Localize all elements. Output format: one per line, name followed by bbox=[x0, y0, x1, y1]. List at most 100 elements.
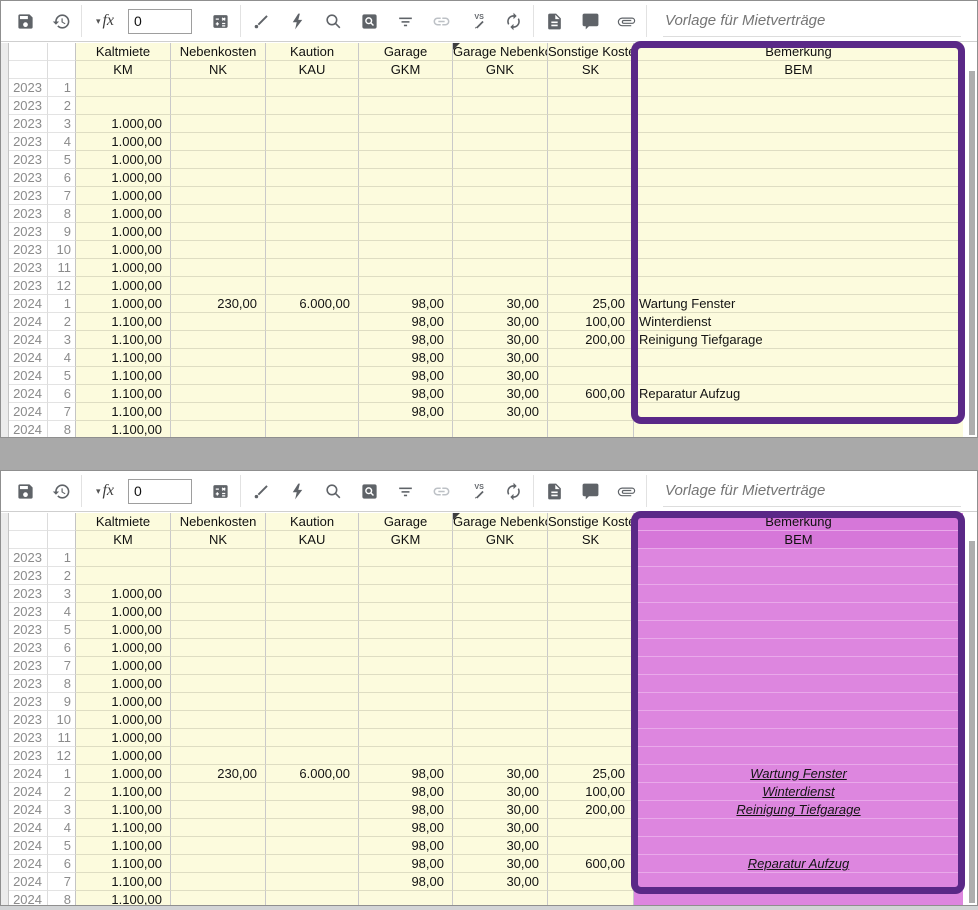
cell-sk[interactable] bbox=[548, 133, 634, 151]
cell-nk[interactable] bbox=[171, 259, 266, 277]
cell-sk[interactable] bbox=[548, 79, 634, 97]
cell-gkm[interactable] bbox=[359, 187, 453, 205]
filter-button[interactable] bbox=[387, 474, 423, 508]
cell-gkm[interactable] bbox=[359, 747, 453, 765]
column-header-gkm[interactable]: Garage bbox=[359, 43, 453, 61]
cell-gkm[interactable]: 98,00 bbox=[359, 349, 453, 367]
cell-nk[interactable] bbox=[171, 603, 266, 621]
scrollbar-thumb[interactable] bbox=[969, 541, 975, 903]
row-month[interactable]: 3 bbox=[48, 585, 76, 603]
cell-nk[interactable] bbox=[171, 169, 266, 187]
row-year[interactable]: 2023 bbox=[9, 639, 48, 657]
cell-sk[interactable] bbox=[548, 549, 634, 567]
cell-gnk[interactable] bbox=[453, 729, 548, 747]
row-month[interactable]: 9 bbox=[48, 223, 76, 241]
cell-bem[interactable] bbox=[634, 693, 964, 711]
cell-gkm[interactable] bbox=[359, 729, 453, 747]
fx-dropdown[interactable]: ▾ fx bbox=[84, 12, 126, 30]
row-year[interactable]: 2024 bbox=[9, 801, 48, 819]
cell-bem[interactable] bbox=[634, 621, 964, 639]
column-code-sk[interactable]: SK bbox=[548, 531, 634, 549]
refresh-button[interactable] bbox=[495, 474, 531, 508]
cell-gnk[interactable]: 30,00 bbox=[453, 819, 548, 837]
row-month[interactable]: 10 bbox=[48, 711, 76, 729]
formula-input[interactable] bbox=[128, 479, 192, 504]
cell-sk[interactable] bbox=[548, 747, 634, 765]
cell-km[interactable]: 1.000,00 bbox=[76, 729, 171, 747]
column-code-kau[interactable]: KAU bbox=[266, 61, 359, 79]
cell-nk[interactable] bbox=[171, 693, 266, 711]
cell-kau[interactable] bbox=[266, 747, 359, 765]
cell-gkm[interactable]: 98,00 bbox=[359, 313, 453, 331]
cell-nk[interactable] bbox=[171, 675, 266, 693]
cell-bem[interactable] bbox=[634, 187, 964, 205]
row-month[interactable]: 5 bbox=[48, 151, 76, 169]
row-year[interactable]: 2023 bbox=[9, 241, 48, 259]
cell-km[interactable]: 1.100,00 bbox=[76, 801, 171, 819]
row-year[interactable]: 2024 bbox=[9, 421, 48, 437]
column-header-gnk[interactable]: Garage Nebenkosten bbox=[453, 43, 548, 61]
cell-gnk[interactable]: 30,00 bbox=[453, 801, 548, 819]
column-header-sk[interactable]: Sonstige Kosten bbox=[548, 43, 634, 61]
cell-bem[interactable] bbox=[634, 603, 964, 621]
cell-gnk[interactable] bbox=[453, 891, 548, 905]
cell-bem[interactable]: Wartung Fenster bbox=[634, 765, 964, 783]
cell-km[interactable]: 1.100,00 bbox=[76, 349, 171, 367]
cell-kau[interactable] bbox=[266, 873, 359, 891]
format-brush-button[interactable] bbox=[243, 474, 279, 508]
cell-sk[interactable] bbox=[548, 169, 634, 187]
cell-gnk[interactable] bbox=[453, 549, 548, 567]
cell-kau[interactable] bbox=[266, 187, 359, 205]
attachment-button[interactable] bbox=[608, 474, 644, 508]
search-button[interactable] bbox=[315, 4, 351, 38]
cell-sk[interactable] bbox=[548, 819, 634, 837]
cell-km[interactable]: 1.000,00 bbox=[76, 133, 171, 151]
cell-nk[interactable] bbox=[171, 783, 266, 801]
row-month[interactable]: 8 bbox=[48, 675, 76, 693]
link-button[interactable] bbox=[423, 4, 459, 38]
cell-gnk[interactable] bbox=[453, 115, 548, 133]
row-year[interactable]: 2023 bbox=[9, 187, 48, 205]
calculator-button[interactable] bbox=[202, 4, 238, 38]
column-header-bem[interactable]: Bemerkung bbox=[634, 43, 964, 61]
cell-km[interactable]: 1.000,00 bbox=[76, 295, 171, 313]
cell-nk[interactable] bbox=[171, 711, 266, 729]
cell-kau[interactable] bbox=[266, 729, 359, 747]
cell-sk[interactable] bbox=[548, 421, 634, 437]
column-header-gkm[interactable]: Garage bbox=[359, 513, 453, 531]
row-month[interactable]: 8 bbox=[48, 205, 76, 223]
cell-gnk[interactable] bbox=[453, 603, 548, 621]
row-year[interactable]: 2024 bbox=[9, 349, 48, 367]
vertical-scrollbar[interactable] bbox=[963, 43, 977, 437]
row-month[interactable]: 6 bbox=[48, 855, 76, 873]
cell-gkm[interactable] bbox=[359, 621, 453, 639]
cell-km[interactable] bbox=[76, 549, 171, 567]
cell-gkm[interactable] bbox=[359, 567, 453, 585]
row-year[interactable]: 2024 bbox=[9, 855, 48, 873]
row-year[interactable]: 2023 bbox=[9, 711, 48, 729]
cell-gkm[interactable] bbox=[359, 549, 453, 567]
column-code-km[interactable]: KM bbox=[76, 61, 171, 79]
cell-bem[interactable] bbox=[634, 837, 964, 855]
cell-kau[interactable] bbox=[266, 639, 359, 657]
row-month[interactable]: 5 bbox=[48, 367, 76, 385]
cell-bem[interactable] bbox=[634, 657, 964, 675]
cell-kau[interactable] bbox=[266, 855, 359, 873]
cell-gnk[interactable]: 30,00 bbox=[453, 385, 548, 403]
row-month[interactable]: 7 bbox=[48, 187, 76, 205]
cell-gkm[interactable] bbox=[359, 711, 453, 729]
cell-sk[interactable]: 200,00 bbox=[548, 331, 634, 349]
cell-kau[interactable] bbox=[266, 819, 359, 837]
cell-kau[interactable] bbox=[266, 367, 359, 385]
cell-km[interactable]: 1.100,00 bbox=[76, 855, 171, 873]
cell-bem[interactable] bbox=[634, 115, 964, 133]
cell-kau[interactable] bbox=[266, 79, 359, 97]
cell-km[interactable]: 1.000,00 bbox=[76, 657, 171, 675]
document-name-input[interactable] bbox=[663, 6, 961, 37]
cell-gnk[interactable] bbox=[453, 657, 548, 675]
cell-bem[interactable] bbox=[634, 97, 964, 115]
cell-sk[interactable]: 25,00 bbox=[548, 765, 634, 783]
cell-nk[interactable] bbox=[171, 855, 266, 873]
cell-bem[interactable] bbox=[634, 421, 964, 437]
cell-kau[interactable] bbox=[266, 277, 359, 295]
